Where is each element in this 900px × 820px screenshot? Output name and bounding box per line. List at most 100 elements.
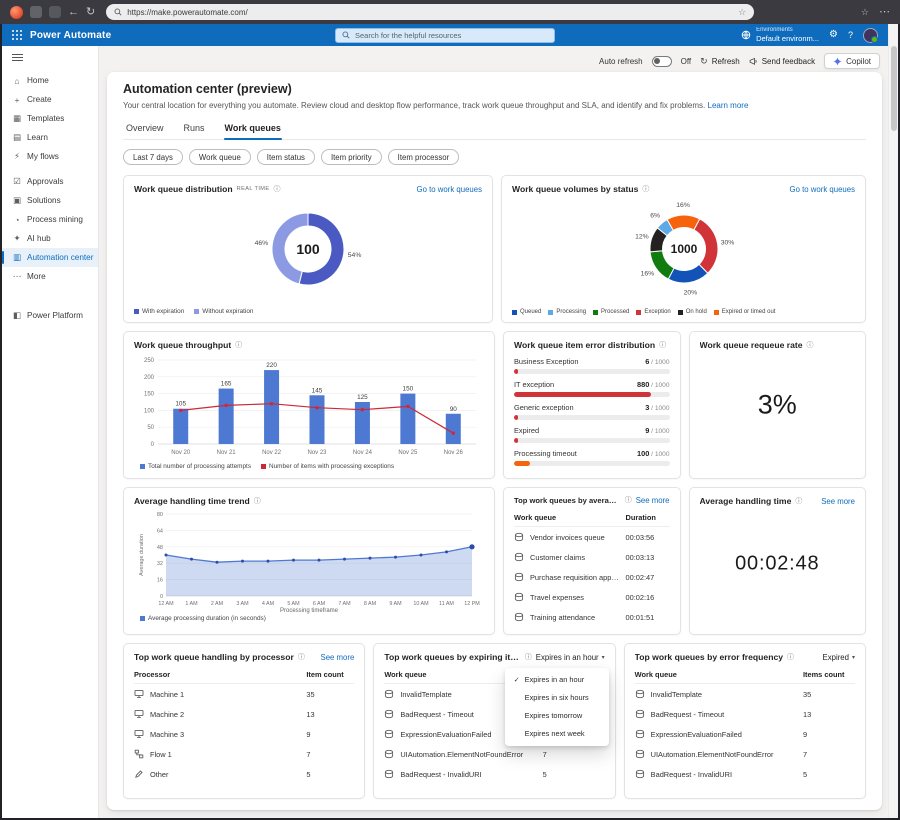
- error-bar-track: [514, 415, 670, 420]
- help-icon[interactable]: ?: [848, 31, 853, 40]
- info-icon[interactable]: ⓘ: [807, 342, 814, 349]
- menu-option-expires-in-an-hour[interactable]: ✓Expires in an hour: [505, 671, 609, 689]
- error-label: Generic exception: [514, 403, 574, 412]
- browser-workspace-icon[interactable]: [30, 6, 42, 18]
- error-value: 9 / 1000: [645, 426, 669, 435]
- throughput-bar-nov-25[interactable]: [400, 394, 415, 444]
- go-to-work-queues-link[interactable]: Go to work queues: [417, 185, 482, 194]
- donut-segment-queued[interactable]: [668, 264, 708, 283]
- table-row-training-attendance[interactable]: Training attendance00:01:51: [514, 607, 670, 627]
- see-more-link[interactable]: See more: [321, 653, 355, 662]
- auto-refresh-toggle[interactable]: [652, 56, 672, 67]
- sidebar-item-ai-hub[interactable]: ✦AI hub: [2, 229, 98, 248]
- card-error-distribution: Work queue item error distribution ⓘ Bus…: [503, 331, 681, 479]
- filter-pill-work-queue[interactable]: Work queue: [189, 149, 251, 165]
- sidebar-item-approvals[interactable]: ☑Approvals: [2, 172, 98, 191]
- throughput-bar-nov-26[interactable]: [446, 414, 461, 444]
- menu-option-expires-in-six-hours[interactable]: Expires in six hours: [505, 689, 609, 707]
- sidebar-item-templates[interactable]: ▦Templates: [2, 109, 98, 128]
- see-more-link[interactable]: See more: [636, 496, 670, 505]
- throughput-bar-nov-23[interactable]: [310, 395, 325, 444]
- learn-more-link[interactable]: Learn more: [708, 101, 749, 110]
- bookmark-icon[interactable]: ☆: [738, 7, 746, 18]
- approvals-icon: ☑: [12, 176, 22, 187]
- sidebar-item-power-platform[interactable]: ◧ Power Platform: [2, 306, 98, 325]
- sidebar-item-process-mining[interactable]: ◔Process mining: [2, 210, 98, 229]
- sidebar-item-more[interactable]: ⋯More: [2, 267, 98, 286]
- menu-option-expires-next-week[interactable]: Expires next week: [505, 725, 609, 743]
- info-icon[interactable]: ⓘ: [274, 186, 281, 193]
- sidebar-item-solutions[interactable]: ▣Solutions: [2, 191, 98, 210]
- sidebar-item-automation-center[interactable]: ▥Automation center: [2, 248, 98, 267]
- card-work-queue-volumes: Work queue volumes by status ⓘ Go to wor…: [501, 175, 866, 323]
- table-row-badrequest-timeout[interactable]: BadRequest - Timeout13: [635, 704, 855, 724]
- table-row-travel-expenses[interactable]: Travel expenses00:02:16: [514, 587, 670, 607]
- waffle-menu-icon[interactable]: [12, 30, 22, 40]
- table-row-machine-1[interactable]: Machine 135: [134, 684, 354, 704]
- send-feedback-button[interactable]: Send feedback: [749, 57, 815, 66]
- info-icon[interactable]: ⓘ: [625, 497, 632, 504]
- table-row-invalidtemplate[interactable]: InvalidTemplate35: [635, 684, 855, 704]
- svg-text:4 AM: 4 AM: [262, 601, 275, 607]
- filter-pill-item-status[interactable]: Item status: [257, 149, 315, 165]
- back-icon[interactable]: ←: [68, 7, 79, 18]
- tab-overview[interactable]: Overview: [125, 119, 165, 139]
- throughput-bar-nov-20[interactable]: [173, 409, 188, 444]
- address-bar[interactable]: https://make.powerautomate.com/ ☆: [106, 4, 754, 20]
- browser-more-icon[interactable]: ⋯: [879, 7, 890, 18]
- browser-tab-actions-icon[interactable]: [49, 6, 61, 18]
- filter-pill-item-processor[interactable]: Item processor: [388, 149, 460, 165]
- table-row-badrequest-invaliduri[interactable]: BadRequest - InvalidURI5: [384, 764, 604, 784]
- environments-picker[interactable]: Environments Default environm...: [741, 27, 819, 44]
- throughput-bar-nov-22[interactable]: [264, 370, 279, 444]
- info-icon[interactable]: ⓘ: [298, 654, 305, 661]
- info-icon[interactable]: ⓘ: [235, 342, 242, 349]
- info-icon[interactable]: ⓘ: [659, 342, 666, 349]
- flows-icon: ⚡: [12, 151, 22, 162]
- row-value: 9: [803, 730, 855, 739]
- scrollbar-thumb[interactable]: [891, 46, 897, 131]
- table-row-expressionevaluationfailed[interactable]: ExpressionEvaluationFailed9: [635, 724, 855, 744]
- table-row-machine-3[interactable]: Machine 39: [134, 724, 354, 744]
- settings-gear-icon[interactable]: ⚙: [829, 30, 838, 40]
- table-row-badrequest-invaliduri[interactable]: BadRequest - InvalidURI5: [635, 764, 855, 784]
- table-row-uiautomation-elementnotfounderror[interactable]: UIAutomation.ElementNotFoundError7: [384, 744, 604, 764]
- info-icon[interactable]: ⓘ: [642, 186, 649, 193]
- info-icon[interactable]: ⓘ: [795, 498, 802, 505]
- sidebar-item-home[interactable]: ⌂Home: [2, 71, 98, 90]
- error-frequency-dropdown[interactable]: Expired ▾: [823, 653, 855, 662]
- reload-icon[interactable]: ↻: [86, 7, 95, 18]
- header-search-input[interactable]: Search for the helpful resources: [335, 28, 555, 43]
- table-row-uiautomation-elementnotfounderror[interactable]: UIAutomation.ElementNotFoundError7: [635, 744, 855, 764]
- page-scrollbar[interactable]: [888, 24, 898, 818]
- menu-option-expires-tomorrow[interactable]: Expires tomorrow: [505, 707, 609, 725]
- favorites-icon[interactable]: ☆: [861, 8, 869, 17]
- filter-pill-item-priority[interactable]: Item priority: [321, 149, 382, 165]
- info-icon[interactable]: ⓘ: [787, 654, 794, 661]
- sidebar-item-learn[interactable]: ▤Learn: [2, 128, 98, 147]
- table-row-flow-1[interactable]: Flow 17: [134, 744, 354, 764]
- filter-pill-last-7-days[interactable]: Last 7 days: [123, 149, 183, 165]
- info-icon[interactable]: ⓘ: [254, 498, 261, 505]
- table-row-purchase-requisition-appr[interactable]: Purchase requisition appr...00:02:47: [514, 567, 670, 587]
- info-icon[interactable]: ⓘ: [525, 654, 532, 661]
- tab-runs[interactable]: Runs: [183, 119, 206, 139]
- see-more-link[interactable]: See more: [821, 497, 855, 506]
- table-row-customer-claims[interactable]: Customer claims00:03:13: [514, 547, 670, 567]
- table-row-vendor-invoices-queue[interactable]: Vendor invoices queue00:03:56: [514, 527, 670, 547]
- work-queue-distribution-donut: 54%46%100: [208, 196, 408, 302]
- browser-profile-icon[interactable]: [10, 6, 23, 19]
- sidebar-item-create[interactable]: +Create: [2, 90, 98, 109]
- hamburger-menu-icon[interactable]: [12, 54, 23, 61]
- go-to-work-queues-link[interactable]: Go to work queues: [790, 185, 855, 194]
- tab-work-queues[interactable]: Work queues: [224, 119, 282, 139]
- table-row-other[interactable]: Other5: [134, 764, 354, 784]
- table-row-machine-2[interactable]: Machine 213: [134, 704, 354, 724]
- user-avatar[interactable]: [863, 28, 878, 43]
- sidebar-item-my-flows[interactable]: ⚡My flows: [2, 147, 98, 166]
- copilot-button[interactable]: Copilot: [824, 53, 880, 69]
- throughput-bar-nov-21[interactable]: [219, 389, 234, 444]
- expiring-items-dropdown[interactable]: Expires in an hour ▾ ✓Expires in an hour…: [536, 653, 605, 662]
- refresh-button[interactable]: ↻ Refresh: [700, 57, 740, 66]
- app-name[interactable]: Power Automate: [30, 30, 111, 41]
